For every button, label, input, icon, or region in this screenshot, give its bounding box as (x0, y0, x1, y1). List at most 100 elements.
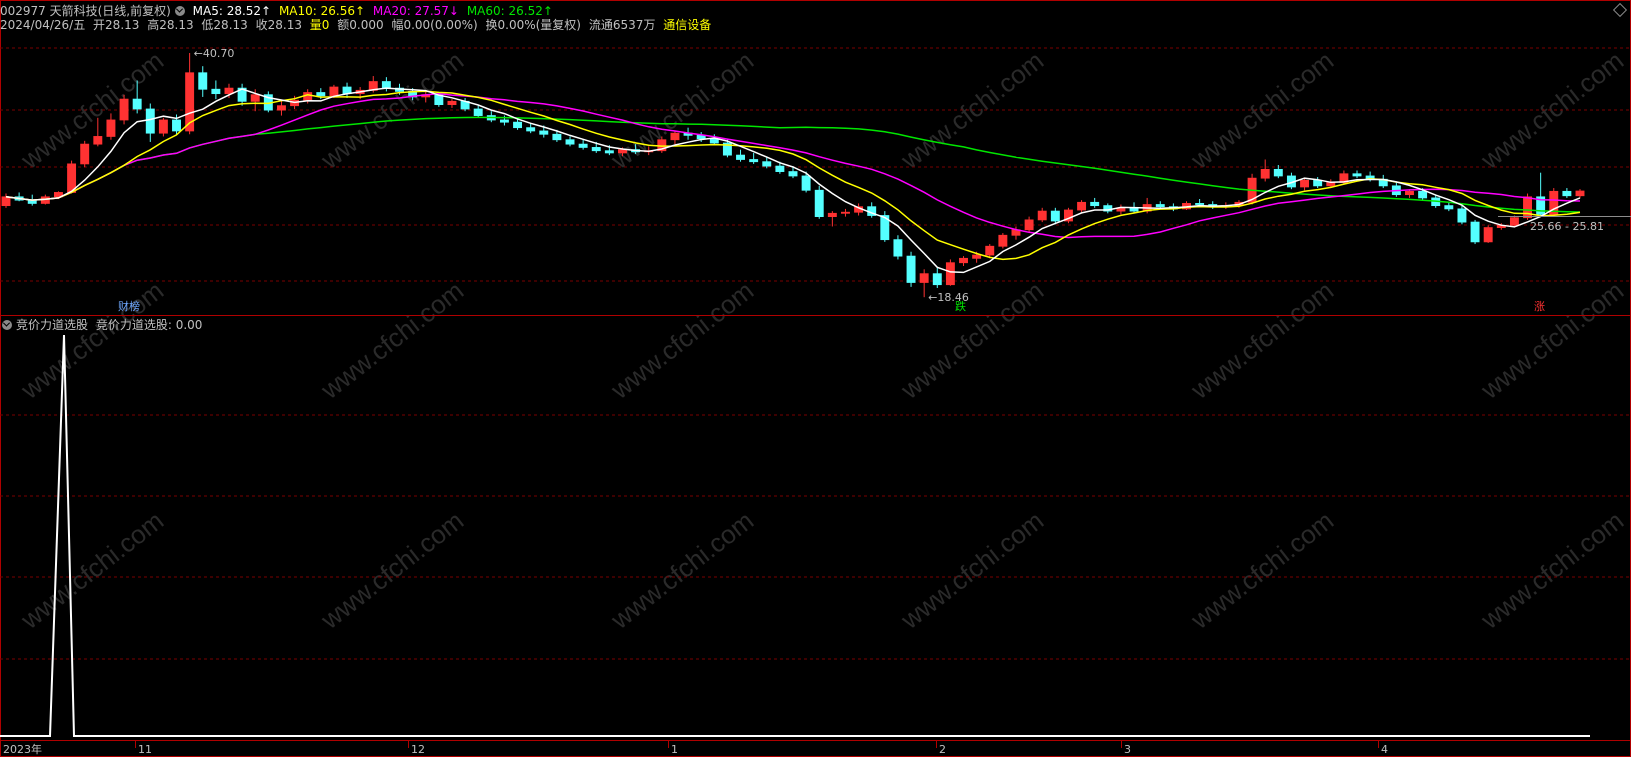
candle-body (381, 81, 391, 89)
candle-body (1326, 182, 1336, 187)
candle-body (1405, 190, 1414, 196)
candle-body (1273, 168, 1283, 177)
candle-body (893, 239, 903, 257)
candle-body (198, 72, 208, 90)
candle-body (526, 127, 536, 132)
high-price-label: ←40.70 (194, 47, 235, 60)
ma60-line (5, 116, 1581, 213)
watermark-text: www.cfchi.com (1474, 505, 1629, 635)
collapse-icon[interactable] (174, 6, 185, 16)
candle-body (604, 150, 614, 154)
chart-canvas: www.cfchi.com www.cfchi.com www.cfchi.com w… (0, 0, 1631, 757)
candle-body (1470, 221, 1480, 243)
watermark-text: www.cfchi.com (894, 275, 1049, 405)
candle-body (132, 98, 142, 110)
industry-link[interactable]: 通信设备 (663, 18, 711, 32)
watermark-text: www.cfchi.com (14, 275, 169, 405)
indicator-header: 竞价力道选股 竞价力道选股: 0.00 (0, 318, 206, 332)
watermark-text: www.cfchi.com (14, 505, 169, 635)
quote-high: 高28.13 (147, 18, 194, 32)
watermark-text: www.cfchi.com (894, 45, 1049, 175)
candle-body (1444, 205, 1454, 210)
candle-body (513, 121, 523, 129)
candle-body (106, 119, 116, 137)
header-row-1: 002977 天箭科技(日线,前复权) MA5: 28.52↑ MA10: 26… (0, 4, 557, 18)
candle-body (932, 273, 942, 286)
x-axis-label: 12 (411, 743, 425, 756)
quote-date: 2024/04/26/五 (0, 18, 86, 32)
candle-body (1077, 201, 1087, 211)
candle-body (670, 132, 680, 141)
x-axis-label: 2023年 (3, 742, 42, 756)
candle-body (985, 245, 995, 256)
candle-body (1418, 190, 1428, 199)
watermark-text: www.cfchi.com (1474, 45, 1629, 175)
candle-body (473, 108, 483, 116)
finance-tag[interactable]: 财榜 (116, 300, 142, 314)
quote-amount: 额0.000 (337, 18, 384, 32)
collapse-icon[interactable] (2, 320, 12, 330)
watermark-text: www.cfchi.com (314, 505, 469, 635)
watermark-text: www.cfchi.com (604, 505, 759, 635)
candle-body (499, 119, 509, 123)
watermark-text: www.cfchi.com (314, 275, 469, 405)
candle-body (814, 189, 824, 218)
candle-body (762, 161, 772, 167)
candle-body (1509, 217, 1519, 226)
candle-body (158, 119, 168, 134)
candle-body (906, 255, 916, 283)
candle-body (1195, 203, 1205, 205)
candle-body (801, 175, 811, 191)
candle-body (316, 92, 326, 97)
ma10-value: MA10: 26.56↑ (278, 4, 366, 18)
rise-tag[interactable]: 涨 (1532, 300, 1547, 314)
outer-frame (0, 0, 1631, 757)
header-row-2: 2024/04/26/五 开28.13 高28.13 低28.13 收28.13… (0, 18, 715, 32)
indicator-line (0, 334, 1590, 737)
candle-body (1313, 179, 1323, 187)
candle-body (250, 94, 260, 102)
x-axis-label: 11 (138, 743, 152, 756)
candle-body (998, 234, 1008, 247)
candle-body (539, 130, 549, 135)
watermark-text: www.cfchi.com (604, 275, 759, 405)
candle-body (1300, 179, 1310, 188)
ma60-value: MA60: 26.52↑ (466, 4, 553, 18)
candle-body (749, 159, 759, 163)
candle-body (552, 133, 562, 141)
quote-close: 收28.13 (255, 18, 302, 32)
quote-low: 低28.13 (201, 18, 248, 32)
candle-body (276, 105, 286, 111)
candle-body (211, 88, 221, 95)
fall-tag[interactable]: 跌 (953, 300, 968, 314)
candle-body (959, 257, 968, 264)
candle-body (972, 254, 982, 259)
candle-body (80, 143, 90, 165)
quote-turnover: 换0.00%(量复权) (485, 18, 582, 32)
x-axis-label: 3 (1124, 743, 1131, 756)
ma5-value: MA5: 28.52↑ (192, 4, 272, 18)
watermark-text: www.cfchi.com (1184, 275, 1339, 405)
candle-body (1024, 219, 1034, 231)
watermark-text: www.cfchi.com (1474, 275, 1629, 405)
candle-body (827, 212, 837, 218)
candle-body (945, 262, 955, 286)
x-axis-label: 1 (671, 743, 678, 756)
indicator-value: 竞价力道选股: 0.00 (95, 318, 203, 332)
candle-body (1050, 210, 1060, 222)
candle-body (775, 165, 785, 172)
x-axis-label: 2 (939, 743, 946, 756)
candle-body (788, 171, 798, 177)
ma20-line (5, 92, 1581, 239)
candle-body (224, 87, 234, 95)
candle-body (565, 139, 575, 145)
watermark-text: www.cfchi.com (604, 45, 759, 175)
candle-body (329, 86, 339, 97)
candle-body (93, 136, 103, 145)
candle-body (1562, 190, 1572, 197)
candle-body (1, 196, 11, 207)
quote-amplitude: 幅0.00(0.00%) (391, 18, 478, 32)
watermark-text: www.cfchi.com (1184, 505, 1339, 635)
candle-body (1483, 227, 1493, 243)
quote-float: 流通6537万 (588, 18, 656, 32)
